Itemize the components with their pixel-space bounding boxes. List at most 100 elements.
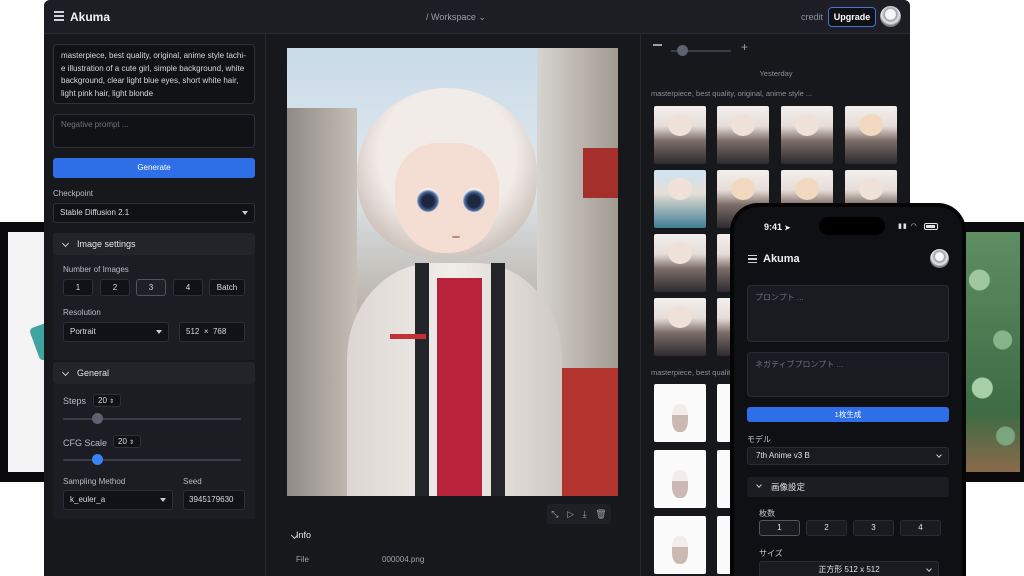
history-thumbnail[interactable] [781,106,833,164]
history-prompt-preview: masterpiece, best quality, original, ani… [651,89,813,98]
phone-image-settings-header[interactable]: 画像設定 [747,477,949,497]
expand-icon[interactable]: ⤡ [551,509,558,520]
zoom-slider-thumb[interactable] [677,45,688,56]
status-time-text: 9:41 [764,222,783,232]
caret-down-icon [160,498,166,502]
phone-negative-prompt-input[interactable]: ネガティブプロンプト ... [747,352,949,397]
hamburger-menu-icon[interactable] [748,255,757,264]
caret-down-icon [242,211,248,215]
steps-input[interactable]: 20 ⇕ [93,394,121,407]
spin-arrows-icon: ⇕ [109,399,115,405]
phone-model-select[interactable]: 7th Anime v3 B [747,447,949,465]
phone-count-label: 枚数 [759,509,775,518]
phone-count-option-4[interactable]: 4 [900,520,941,536]
seed-label: Seed [183,477,202,486]
cfg-scale-slider-thumb[interactable] [91,454,103,465]
caret-down-icon [156,330,162,334]
image-settings-header[interactable]: Image settings [53,233,255,255]
status-time: 9:41 ➤ [764,222,790,232]
negative-prompt-input[interactable]: Negative prompt ... [53,114,255,148]
history-thumbnail[interactable] [654,384,706,442]
phone-count-option-1[interactable]: 1 [759,520,800,536]
image-settings-label: Image settings [77,239,136,249]
cfg-scale-input[interactable]: 20 ⇕ [113,435,141,448]
phone-prompt-input[interactable]: プロンプト ... [747,285,949,342]
phone-app-title: Akuma [763,253,800,265]
sampling-method-select[interactable]: k_euler_a [63,490,173,510]
cfg-scale-slider-track[interactable] [63,459,241,461]
cfg-scale-value: 20 [118,437,127,446]
credit-label: credit [801,12,824,22]
spin-arrows-icon: ⇕ [129,440,135,446]
resolution-label: Resolution [63,308,101,317]
checkpoint-select[interactable]: Stable Diffusion 2.1 [53,203,255,223]
cfg-scale-label: CFG Scale [63,438,108,448]
chevron-down-icon [926,566,932,572]
generate-button[interactable]: Generate [53,158,255,178]
history-thumbnail[interactable] [654,234,706,292]
checkpoint-label: Checkpoint [53,189,94,198]
num-images-option-4[interactable]: 4 [173,279,203,296]
upgrade-button[interactable]: Upgrade [828,7,876,27]
chevron-down-icon: ⌄ [478,12,486,22]
num-images-option-batch[interactable]: Batch [209,279,245,296]
phone-size-select[interactable]: 正方形 512 x 512 [759,561,939,576]
download-icon[interactable]: ⤓ [583,509,587,520]
general-header[interactable]: General [53,362,255,384]
workspace-selector[interactable]: / Workspace ⌄ [426,12,486,23]
settings-panel: masterpiece, best quality, original, ani… [44,34,266,576]
history-date-label: Yesterday [759,69,793,78]
phone-mockup: 9:41 ➤ ▮▮ ◠ Akuma プロンプト ... ネガティブプロンプト .… [730,203,966,576]
trash-icon[interactable]: 🗑 [595,509,606,520]
phone-generate-button[interactable]: 1枚生成 [747,407,949,422]
history-thumbnail[interactable] [717,106,769,164]
send-icon[interactable]: ▷ [567,509,574,520]
background-right-image [962,232,1020,472]
phone-model-label: モデル [747,435,771,444]
image-toolbar: ⤡ ▷ ⤓ 🗑 [547,504,611,524]
sampling-method-value: k_euler_a [70,495,106,504]
height-value: 768 [212,327,227,336]
chevron-down-icon [756,482,762,488]
history-thumbnail[interactable] [654,516,706,574]
zoom-out-icon[interactable] [653,44,662,46]
number-of-images-label: Number of Images [63,265,129,274]
signal-wifi-icon: ▮▮ ◠ [898,223,918,230]
info-header[interactable]: Info [296,530,311,540]
phone-screen: 9:41 ➤ ▮▮ ◠ Akuma プロンプト ... ネガティブプロンプト .… [734,207,962,576]
avatar[interactable] [880,6,901,27]
history-thumbnail[interactable] [654,450,706,508]
phone-image-settings-label: 画像設定 [771,482,806,492]
phone-count-option-2[interactable]: 2 [806,520,847,536]
file-label: File [296,555,309,564]
avatar[interactable] [930,249,949,268]
workspace-label: / Workspace [426,12,476,22]
num-images-option-3[interactable]: 3 [136,279,166,296]
steps-slider-thumb[interactable] [91,413,103,424]
chevron-down-icon [936,452,942,458]
steps-slider-track[interactable] [63,418,241,420]
history-thumbnail[interactable] [845,106,897,164]
generated-image[interactable] [287,48,618,496]
general-label: General [77,368,110,378]
phone-count-option-3[interactable]: 3 [853,520,894,536]
zoom-in-icon[interactable]: + [741,41,748,53]
image-settings-body: Number of Images 1 2 3 4 Batch Resolutio… [53,255,255,360]
hamburger-menu-icon[interactable] [54,11,64,21]
num-images-option-1[interactable]: 1 [63,279,93,296]
resolution-size-input[interactable]: 512 × 768 [179,322,245,342]
steps-label: Steps [63,396,87,406]
width-value: 512 [186,327,200,336]
sampling-method-label: Sampling Method [63,477,126,486]
history-thumbnail[interactable] [654,106,706,164]
phone-size-value: 正方形 512 x 512 [818,565,880,574]
num-images-option-2[interactable]: 2 [100,279,130,296]
resolution-select[interactable]: Portrait [63,322,169,342]
history-thumbnail[interactable] [654,298,706,356]
times-sign: × [203,327,209,336]
app-title: Akuma [70,10,111,24]
seed-input[interactable]: 3945179630 [183,490,245,510]
phone-size-label: サイズ [759,549,783,558]
prompt-input[interactable]: masterpiece, best quality, original, ani… [53,44,255,104]
history-thumbnail[interactable] [654,170,706,228]
